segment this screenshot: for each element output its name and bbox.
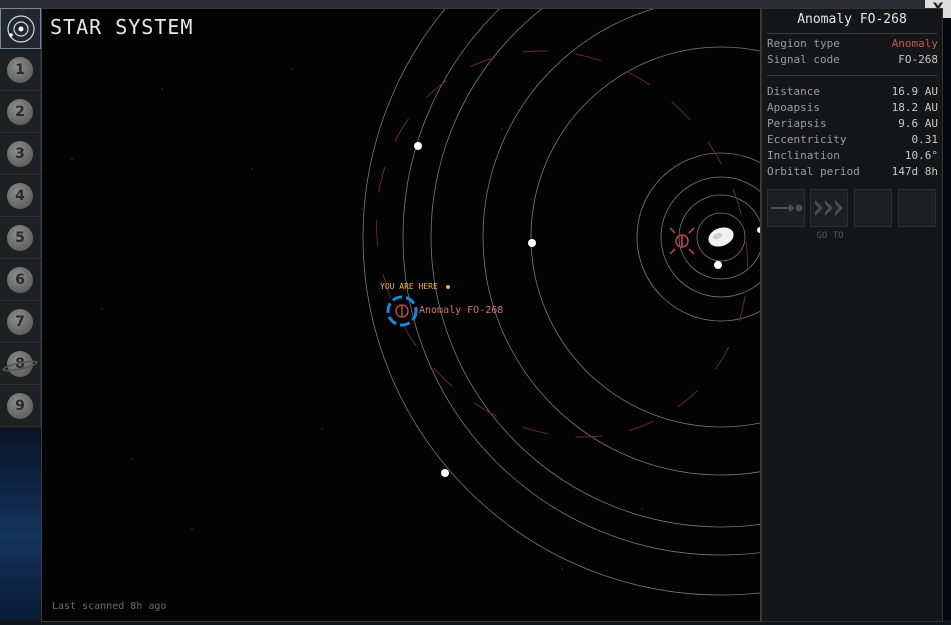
info-row-periapsis: Periapsis 9.6 AU (767, 117, 938, 133)
info-row-distance: Distance 16.9 AU (767, 85, 938, 101)
anomaly-orbit (375, 50, 749, 438)
info-row-eccentricity: Eccentricity 0.31 (767, 133, 938, 149)
row-value: 9.6 AU (898, 117, 938, 130)
planet-orbits (362, 9, 760, 596)
info-panel: Anomaly FO-268 Region type Anomaly Signa… (761, 8, 943, 622)
row-label: Region type (767, 37, 840, 50)
row-value: 147d 8h (891, 165, 938, 178)
system-6-button[interactable]: 6 (0, 260, 41, 301)
you-are-here-dot (446, 285, 450, 289)
row-value: FO-268 (898, 53, 938, 66)
system-3-label: 3 (7, 141, 33, 167)
system-5-button[interactable]: 5 (0, 218, 41, 259)
system-1-button[interactable]: 1 (0, 50, 41, 91)
panel-title: Anomaly FO-268 (797, 12, 907, 27)
system-9-button[interactable]: 9 (0, 386, 41, 427)
system-3-button[interactable]: 3 (0, 134, 41, 175)
row-value: 16.9 AU (891, 85, 938, 98)
system-4-label: 4 (7, 183, 33, 209)
orbit-diagram (71, 9, 760, 596)
row-value: 0.31 (911, 133, 939, 146)
divider (767, 75, 937, 76)
row-label: Distance (767, 85, 820, 98)
row-label: Inclination (767, 149, 840, 162)
system-4-button[interactable]: 4 (0, 176, 41, 217)
anomaly-label[interactable]: Anomaly FO-268 (419, 305, 503, 316)
system-rail: 1 2 3 4 5 6 7 8 9 (0, 8, 41, 428)
fast-forward-icon (815, 200, 843, 216)
map-title: STAR SYSTEM (50, 15, 194, 39)
info-row-apoapsis: Apoapsis 18.2 AU (767, 101, 938, 117)
system-7-button[interactable]: 7 (0, 302, 41, 343)
action-slot-4[interactable] (898, 189, 936, 227)
system-6-label: 6 (7, 267, 33, 293)
you-are-here-label: YOU ARE HERE (380, 282, 438, 291)
system-8-button[interactable]: 8 (0, 344, 41, 385)
last-scanned: Last scanned 8h ago (52, 601, 167, 612)
info-row-signal-code: Signal code FO-268 (767, 53, 938, 69)
goto-label: GO TO (816, 231, 844, 241)
action-slot-3[interactable] (854, 189, 892, 227)
system-1-label: 1 (7, 57, 33, 83)
info-row-inclination: Inclination 10.6° (767, 149, 938, 165)
planet-dot (528, 239, 536, 247)
row-label: Orbital period (767, 165, 860, 178)
background-space (0, 428, 42, 625)
info-row-region-type: Region type Anomaly (767, 37, 938, 53)
row-value: 18.2 AU (891, 101, 938, 114)
row-label: Eccentricity (767, 133, 847, 146)
star-system-button[interactable] (0, 8, 41, 49)
planet-dot (714, 261, 722, 269)
divider (767, 33, 937, 34)
goto-button[interactable] (810, 189, 848, 227)
set-course-button[interactable] (767, 189, 805, 227)
system-5-label: 5 (7, 225, 33, 251)
row-label: Periapsis (767, 117, 827, 130)
info-row-orbital-period: Orbital period 147d 8h (767, 165, 938, 181)
system-2-button[interactable]: 2 (0, 92, 41, 133)
anomaly-target-icon (669, 227, 695, 255)
star-system-icon (6, 14, 35, 43)
system-2-label: 2 (7, 99, 33, 125)
row-label: Signal code (767, 53, 840, 66)
system-9-label: 9 (7, 393, 33, 419)
top-bar (0, 0, 951, 8)
planet-dot (414, 142, 422, 150)
system-7-label: 7 (7, 309, 33, 335)
row-value: 10.6° (904, 149, 938, 162)
star (708, 227, 734, 247)
star-map[interactable]: STAR SYSTEM YOU ARE HERE Anomaly FO-268 … (41, 8, 761, 622)
row-label: Apoapsis (767, 101, 820, 114)
course-arrow-icon (771, 204, 803, 212)
planet-dot (441, 469, 449, 477)
row-value: Anomaly (891, 37, 938, 50)
